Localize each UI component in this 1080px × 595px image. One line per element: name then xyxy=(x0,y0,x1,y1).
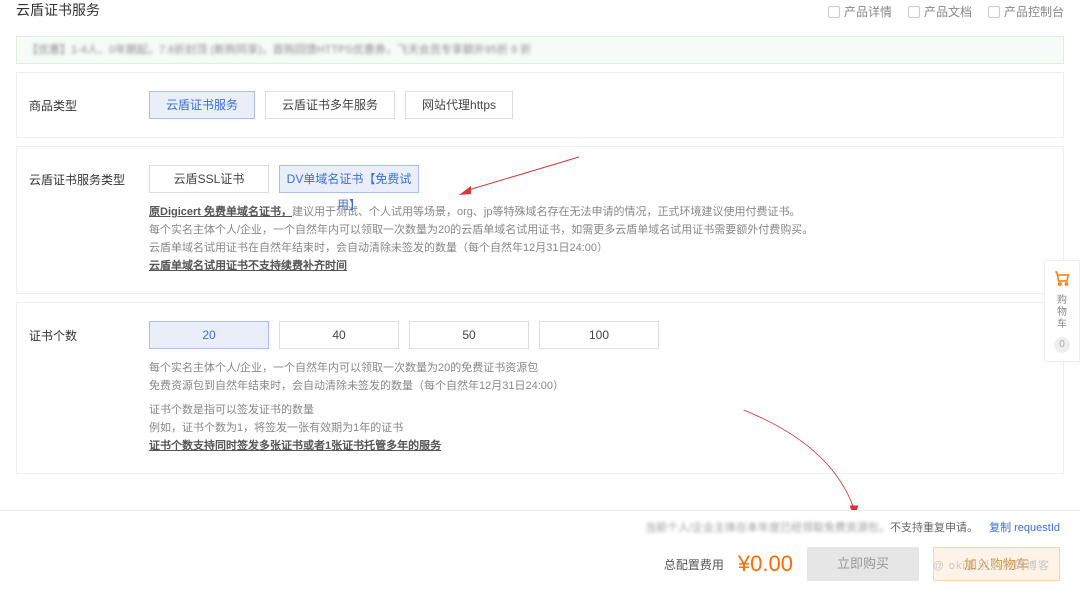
link-label: 产品控制台 xyxy=(1004,3,1064,20)
link-label: 产品详情 xyxy=(844,3,892,20)
doc-icon xyxy=(828,6,840,18)
product-type-label: 商品类型 xyxy=(29,91,149,114)
link-product-console[interactable]: 产品控制台 xyxy=(988,3,1064,20)
service-type-label: 云盾证书服务类型 xyxy=(29,165,149,188)
top-links: 产品详情 产品文档 产品控制台 xyxy=(828,3,1064,20)
link-product-detail[interactable]: 产品详情 xyxy=(828,3,892,20)
cert-count-label: 证书个数 xyxy=(29,321,149,344)
link-product-docs[interactable]: 产品文档 xyxy=(908,3,972,20)
add-to-cart-button[interactable]: 加入购物车 xyxy=(933,547,1060,581)
cart-icon xyxy=(1045,269,1079,291)
cart-label: 购物车 xyxy=(1045,291,1079,333)
opt-count-100[interactable]: 100 xyxy=(539,321,659,349)
service-type-panel: 云盾证书服务类型 云盾SSL证书 DV单域名证书【免费试用】 原Digicert… xyxy=(16,146,1064,294)
promo-banner: 【优惠】1-4人、0年期起，7.6折封顶 (新购同享)，首购回馈HTTPS优惠券… xyxy=(16,36,1064,64)
opt-ssl-cert[interactable]: 云盾SSL证书 xyxy=(149,165,269,193)
floating-cart[interactable]: 购物车 0 xyxy=(1044,260,1080,362)
service-type-desc: 原Digicert 免费单域名证书，建议用于测试、个人试用等场景，org、jp等… xyxy=(149,203,1051,275)
doc-icon xyxy=(908,6,920,18)
gear-icon xyxy=(988,6,1000,18)
cert-count-desc: 每个实名主体个人/企业，一个自然年内可以领取一次数量为20的免费证书资源包 免费… xyxy=(149,359,1051,455)
page-title: 云盾证书服务 xyxy=(16,0,100,20)
opt-product-multiyear[interactable]: 云盾证书多年服务 xyxy=(265,91,395,119)
footer-msg: 当前个人/企业主体在本年度已经领取免费资源包，不支持重复申请。 复制 reque… xyxy=(0,511,1080,535)
cert-count-panel: 证书个数 20 40 50 100 每个实名主体个人/企业，一个自然年内可以领取… xyxy=(16,302,1064,474)
copy-requestid-link[interactable]: 复制 requestId xyxy=(989,522,1060,534)
product-type-panel: 商品类型 云盾证书服务 云盾证书多年服务 网站代理https xyxy=(16,72,1064,138)
opt-product-proxy[interactable]: 网站代理https xyxy=(405,91,513,119)
opt-count-50[interactable]: 50 xyxy=(409,321,529,349)
footer-bar: 当前个人/企业主体在本年度已经领取免费资源包，不支持重复申请。 复制 reque… xyxy=(0,510,1080,595)
total-price: ¥0.00 xyxy=(738,551,793,577)
opt-count-20[interactable]: 20 xyxy=(149,321,269,349)
opt-count-40[interactable]: 40 xyxy=(279,321,399,349)
opt-product-cert[interactable]: 云盾证书服务 xyxy=(149,91,255,119)
cart-count: 0 xyxy=(1054,337,1070,353)
banner-text: 【优惠】1-4人、0年期起，7.6折封顶 (新购同享)，首购回馈HTTPS优惠券… xyxy=(27,44,531,56)
buy-now-button[interactable]: 立即购买 xyxy=(807,547,919,581)
opt-dv-free[interactable]: DV单域名证书【免费试用】 xyxy=(279,165,419,193)
link-label: 产品文档 xyxy=(924,3,972,20)
total-label: 总配置费用 xyxy=(664,556,724,573)
